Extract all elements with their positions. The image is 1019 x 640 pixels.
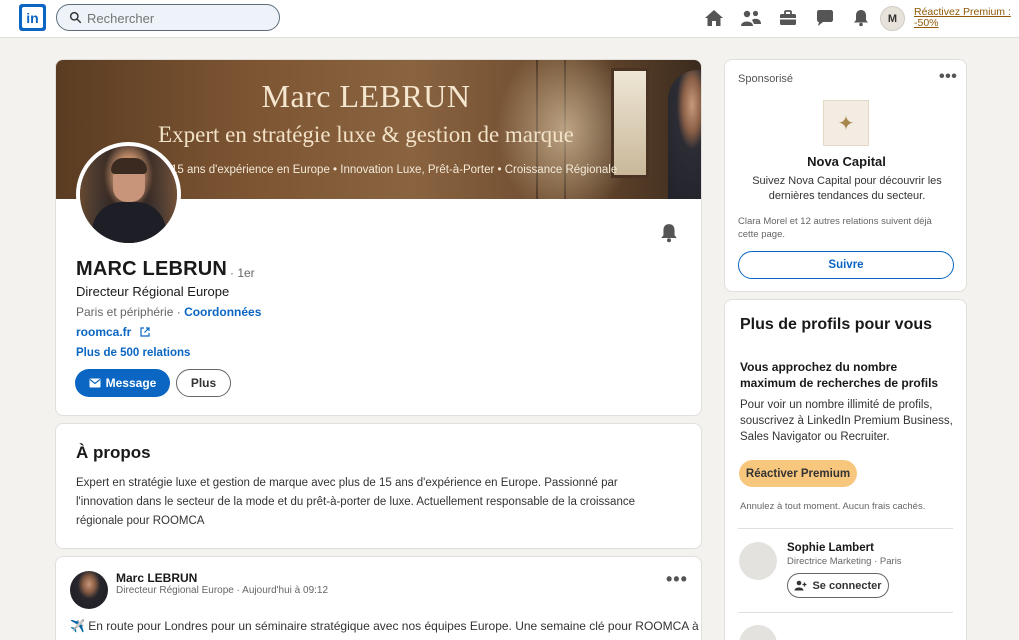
external-link-icon — [140, 327, 150, 337]
banner-tagline: 15 ans d'expérience en Europe • Innovati… — [171, 164, 618, 176]
profile-name: MARC LEBRUN — [76, 258, 228, 280]
about-text: Expert en stratégie luxe et gestion de m… — [76, 477, 635, 527]
search-limit-description: Pour voir un nombre illimité de profils,… — [740, 399, 953, 443]
location-text: Paris et périphérie · — [76, 305, 181, 319]
notifications-icon[interactable] — [850, 8, 872, 28]
jobs-icon[interactable] — [777, 8, 799, 28]
linkedin-logo-text: in — [22, 7, 43, 28]
reactivate-premium-button[interactable]: Réactiver Premium — [739, 460, 857, 487]
company-logo-icon[interactable]: ✦ — [823, 100, 869, 146]
search-input[interactable] — [87, 9, 267, 27]
search-icon — [69, 11, 82, 24]
messaging-icon[interactable] — [814, 8, 836, 28]
profile-photo[interactable] — [76, 142, 181, 247]
message-button-label: Message — [105, 376, 157, 390]
suggestion-role: Directrice Marketing · Paris — [787, 556, 902, 567]
company-name[interactable]: Nova Capital — [725, 154, 966, 169]
website-text: roomca.fr — [76, 325, 132, 339]
more-profiles-title: Plus de profils pour vous — [740, 316, 933, 333]
cancel-note: Annulez à tout moment. Aucun frais caché… — [740, 501, 926, 512]
premium-offer-link[interactable]: Réactivez Premium : -50% — [914, 7, 1014, 29]
post-meta: Directeur Régional Europe · Aujourd'hui … — [116, 585, 329, 596]
post-author-name[interactable]: Marc LEBRUN — [116, 571, 197, 585]
more-button[interactable]: Plus — [176, 369, 231, 397]
post-card: Marc LEBRUN Directeur Régional Europe · … — [55, 556, 702, 640]
connect-button-label: Se connecter — [812, 579, 882, 592]
photo-body — [92, 202, 166, 243]
profile-location: Paris et périphérie · Coordonnées — [76, 305, 261, 319]
banner-subtitle: Expert en stratégie luxe & gestion de ma… — [158, 122, 574, 147]
search-box[interactable] — [56, 4, 280, 31]
social-proof-text: Clara Morel et 12 autres relations suive… — [738, 216, 932, 240]
divider — [738, 528, 953, 529]
sponsored-label: Sponsorisé — [738, 73, 794, 85]
profile-headline: Directeur Régional Europe — [76, 284, 230, 299]
user-avatar[interactable]: M — [880, 6, 905, 31]
sponsored-card: Sponsorisé ••• ✦ Nova Capital Suivez Nov… — [724, 59, 967, 292]
envelope-icon — [89, 378, 101, 388]
sponsored-description: Suivez Nova Capital pour découvrir les d… — [752, 175, 942, 202]
photo-hair — [111, 158, 147, 174]
connection-degree: · 1er — [230, 266, 255, 280]
profile-card: Marc LEBRUN Expert en stratégie luxe & g… — [55, 59, 702, 416]
network-icon[interactable] — [740, 8, 762, 28]
divider — [738, 612, 953, 613]
search-limit-title: Vous approchez du nombre maximum de rech… — [740, 360, 939, 390]
add-person-icon — [794, 580, 807, 591]
about-card: À propos Expert en stratégie luxe et ges… — [55, 423, 702, 549]
post-author-avatar[interactable] — [70, 571, 108, 609]
post-more-icon[interactable]: ••• — [666, 569, 688, 590]
post-text: ✈️ En route pour Londres pour un séminai… — [70, 619, 699, 633]
website-link[interactable]: roomca.fr — [76, 325, 150, 339]
message-button[interactable]: Message — [75, 369, 170, 397]
follow-button[interactable]: Suivre — [738, 251, 954, 279]
contact-info-link[interactable]: Coordonnées — [184, 305, 261, 319]
linkedin-logo-icon[interactable]: in — [19, 4, 46, 31]
suggestion-name[interactable]: Sophie Lambert — [787, 542, 874, 554]
banner-title: Marc LEBRUN — [261, 78, 471, 114]
connections-link[interactable]: Plus de 500 relations — [76, 347, 190, 359]
sparkle-icon: ✦ — [837, 112, 855, 135]
sponsored-more-icon[interactable]: ••• — [939, 68, 957, 86]
suggestion-avatar[interactable] — [739, 542, 777, 580]
bell-icon[interactable] — [659, 223, 679, 243]
connect-button[interactable]: Se connecter — [787, 573, 889, 598]
about-title: À propos — [76, 443, 151, 462]
more-profiles-card: Plus de profils pour vous Vous approchez… — [724, 299, 967, 640]
suggestion-avatar[interactable] — [739, 625, 777, 640]
top-navigation-bar: in M Réactivez Premium : -50% — [0, 0, 1019, 38]
home-icon[interactable] — [703, 8, 725, 28]
